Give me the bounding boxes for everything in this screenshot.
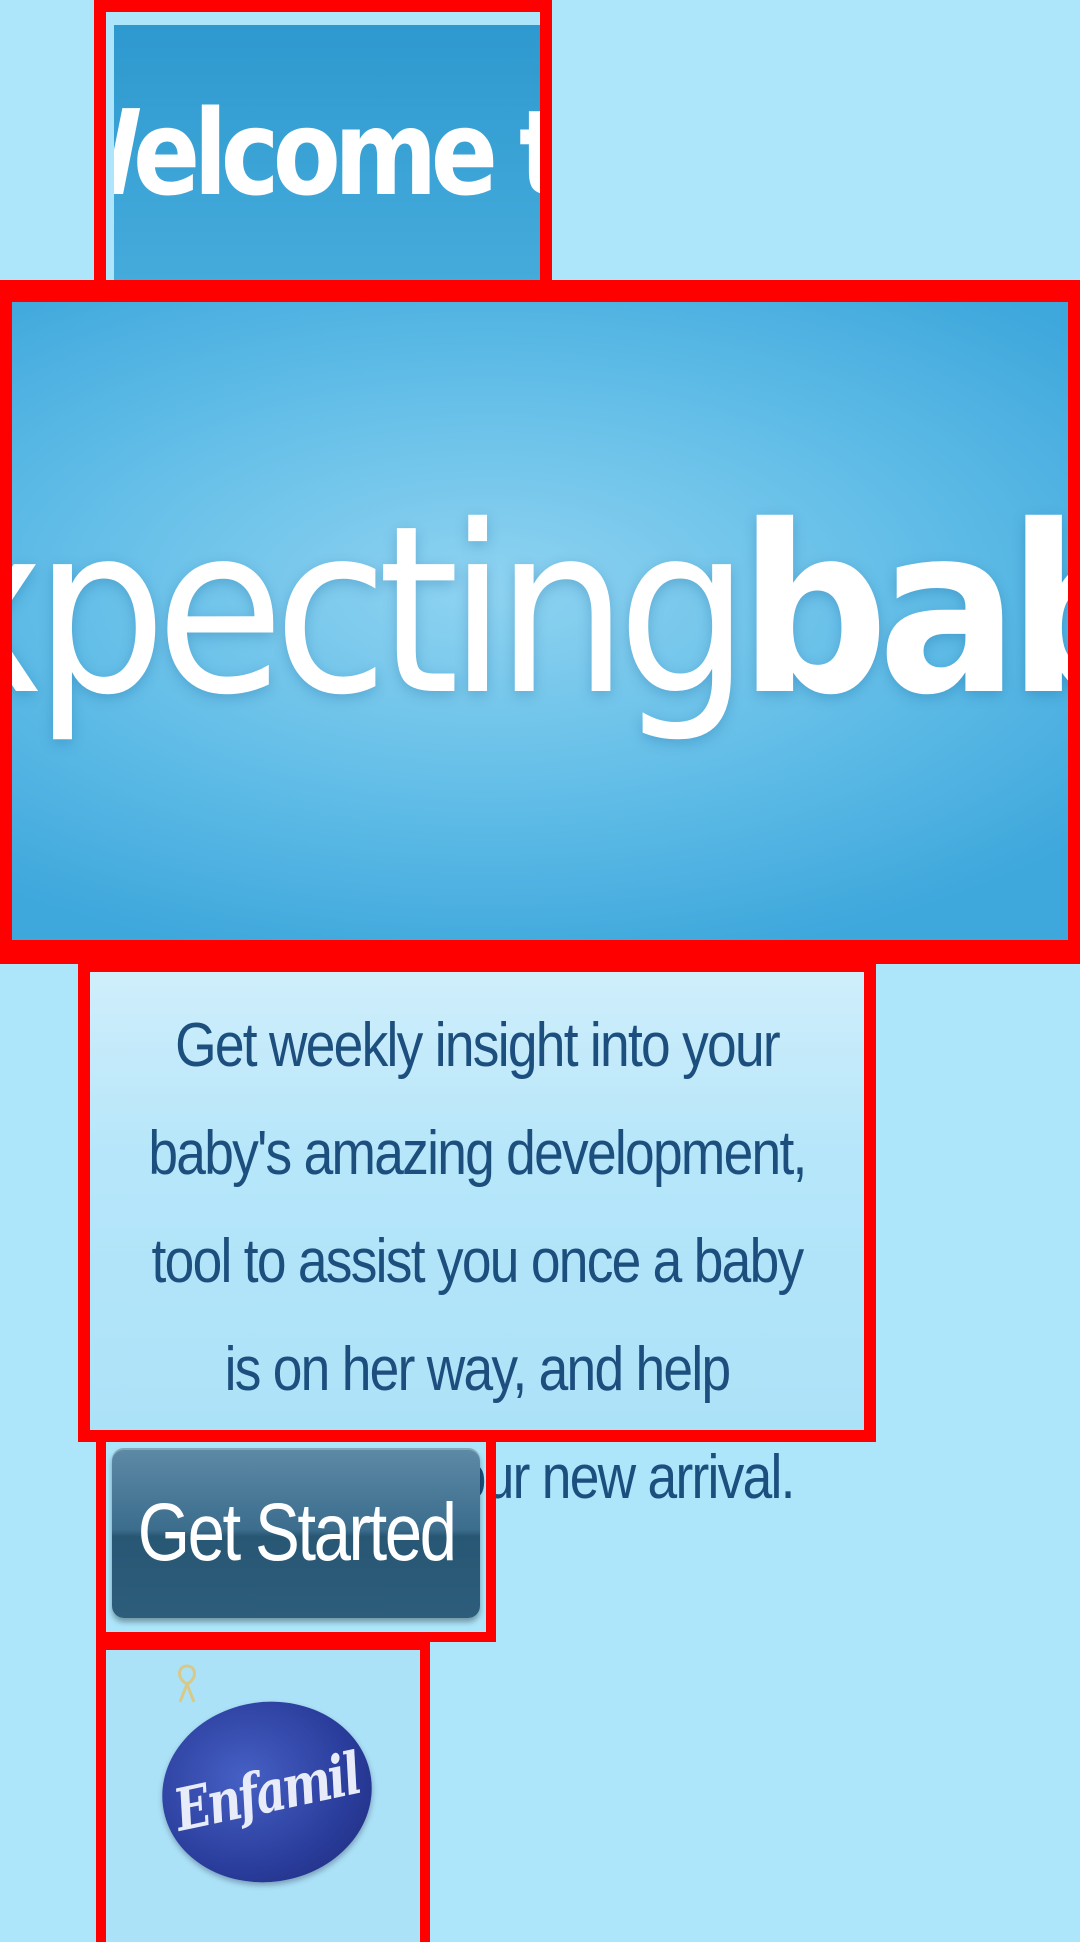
welcome-title: Welcome to: [114, 83, 540, 222]
app-logo: expectingbaby: [12, 495, 1068, 728]
ribbon-icon: [178, 1664, 196, 1703]
app-logo-banner: expectingbaby: [12, 302, 1068, 940]
get-started-label: Get Started: [137, 1487, 457, 1578]
get-started-button[interactable]: Get Started: [112, 1448, 480, 1618]
app-logo-bold-word: baby: [739, 475, 1068, 746]
app-logo-light-word: expecting: [12, 475, 750, 746]
enfamil-logo-text: Enfamil: [168, 1739, 366, 1845]
description-panel: Get weekly insight into your baby's amaz…: [90, 972, 864, 1512]
get-started-box: Get Started: [96, 1432, 496, 1642]
app-logo-box: expectingbaby: [0, 280, 1080, 964]
brand-logo-box: Enfamil: [96, 1642, 430, 1942]
enfamil-logo: Enfamil: [150, 1688, 384, 1896]
brand-logo-panel: Enfamil: [106, 1650, 420, 1942]
welcome-banner: Welcome to: [114, 25, 540, 280]
description-box: Get weekly insight into your baby's amaz…: [78, 960, 876, 1512]
welcome-title-box: Welcome to: [94, 0, 552, 294]
